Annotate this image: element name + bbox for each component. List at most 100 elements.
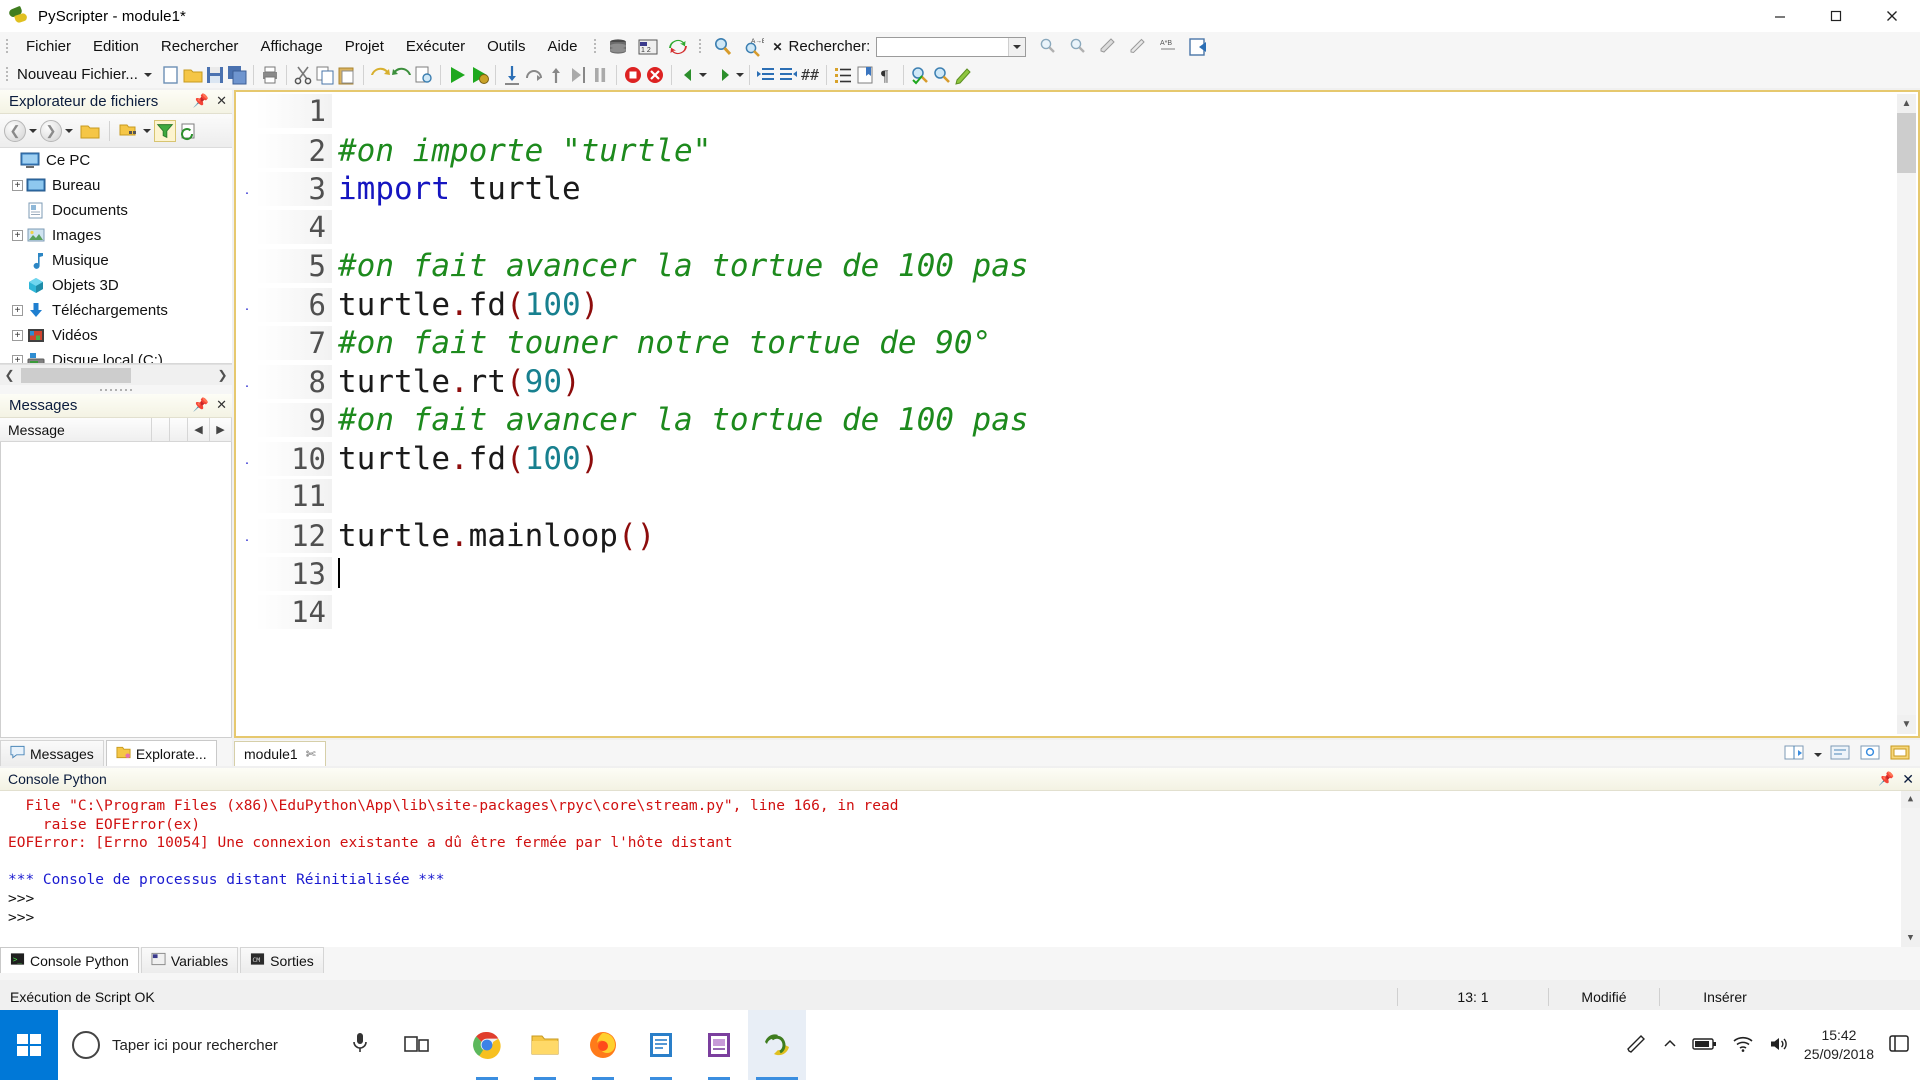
forward-icon[interactable]: [714, 64, 736, 86]
code-line[interactable]: 2 #on importe "turtle": [256, 133, 1896, 172]
scroll-thumb[interactable]: [21, 367, 131, 383]
comment-icon[interactable]: ##: [799, 64, 821, 86]
zoom-icon[interactable]: [1860, 744, 1882, 766]
run-to-cursor-icon[interactable]: [567, 64, 589, 86]
new-file-dropdown-icon[interactable]: [143, 72, 152, 77]
pin-icon[interactable]: 📌: [1878, 771, 1894, 788]
battery-icon[interactable]: [1692, 1036, 1718, 1055]
refresh-icon[interactable]: [179, 120, 201, 142]
microphone-icon[interactable]: [350, 1030, 388, 1060]
redo-icon[interactable]: [391, 64, 413, 86]
tree-item-documents[interactable]: Documents: [0, 198, 232, 223]
step-over-icon[interactable]: [523, 64, 545, 86]
tree-item-ce-pc[interactable]: Ce PC: [0, 148, 232, 173]
save-icon[interactable]: [204, 64, 226, 86]
maximize-editor-icon[interactable]: [1890, 744, 1912, 766]
folder-options-dropdown-icon[interactable]: [143, 128, 151, 133]
bookmark-icon[interactable]: [854, 64, 876, 86]
taskbar-search[interactable]: Taper ici pour rechercher: [58, 1010, 388, 1080]
step-into-icon[interactable]: [501, 64, 523, 86]
stop-icon[interactable]: [622, 64, 644, 86]
messages-list[interactable]: [0, 442, 232, 738]
menu-executer[interactable]: Exécuter: [395, 34, 476, 59]
console-vertical-scrollbar[interactable]: ▲ ▼: [1901, 791, 1920, 947]
tab-sorties[interactable]: CM Sorties: [240, 947, 324, 973]
back-icon[interactable]: ❮: [4, 119, 26, 142]
step-out-icon[interactable]: [545, 64, 567, 86]
code-text[interactable]: 1 2 #on importe "turtle" 3 import turtle 4 5 #o…: [256, 94, 1896, 734]
wifi-icon[interactable]: [1732, 1035, 1754, 1056]
forward-dropdown-icon[interactable]: [65, 128, 73, 133]
minimize-button[interactable]: [1752, 0, 1808, 32]
undo-icon[interactable]: [369, 64, 391, 86]
messages-next-button[interactable]: ▶: [210, 418, 232, 441]
tab-explorateur[interactable]: Explorate...: [105, 740, 217, 766]
code-line[interactable]: 13: [256, 556, 1896, 595]
find-in-files-icon[interactable]: [413, 64, 435, 86]
menu-edition[interactable]: Edition: [82, 34, 150, 59]
explorer-horizontal-scrollbar[interactable]: ❮ ❯: [0, 364, 232, 385]
code-line[interactable]: 8 turtle.rt(90): [256, 364, 1896, 403]
find-icon[interactable]: [712, 36, 734, 58]
find-replace-icon[interactable]: A→B: [742, 36, 767, 58]
new-file-icon[interactable]: [160, 64, 182, 86]
highlight-icon[interactable]: [1098, 36, 1120, 58]
tree-item-images[interactable]: + Images: [0, 223, 232, 248]
back-dropdown-icon[interactable]: [698, 72, 707, 77]
taskbar-app-file-explorer[interactable]: [516, 1010, 574, 1080]
close-button[interactable]: [1864, 0, 1920, 32]
close-tab-icon[interactable]: ✄: [306, 747, 316, 761]
abort-icon[interactable]: [644, 64, 666, 86]
breakpoint-marker[interactable]: ·: [238, 378, 256, 393]
code-line[interactable]: 1: [256, 94, 1896, 133]
pencil-icon[interactable]: [1128, 36, 1150, 58]
search-input[interactable]: [877, 38, 1006, 55]
taskbar-app-chrome[interactable]: [458, 1010, 516, 1080]
menu-projet[interactable]: Projet: [334, 34, 395, 59]
tree-item-telechargements[interactable]: + Téléchargements: [0, 298, 232, 323]
scroll-right-button[interactable]: ❯: [215, 367, 230, 384]
back-dropdown-icon[interactable]: [29, 128, 37, 133]
breakpoint-marker[interactable]: ·: [238, 455, 256, 470]
tree-item-bureau[interactable]: + Bureau: [0, 173, 232, 198]
close-icon[interactable]: ✕: [216, 93, 227, 109]
refresh-icon[interactable]: [667, 36, 689, 58]
indent-icon[interactable]: [755, 64, 777, 86]
search-combobox[interactable]: [876, 36, 1027, 57]
task-view-icon[interactable]: [388, 1010, 446, 1080]
menu-grip[interactable]: [4, 37, 12, 57]
pause-icon[interactable]: [589, 64, 611, 86]
list-icon[interactable]: [832, 64, 854, 86]
messages-column-message[interactable]: Message: [0, 418, 152, 441]
tab-variables[interactable]: Variables: [140, 947, 239, 973]
lint-icon[interactable]: [953, 64, 975, 86]
code-line[interactable]: 12 turtle.mainloop(): [256, 518, 1896, 557]
expander[interactable]: +: [12, 180, 23, 191]
volume-icon[interactable]: [1768, 1035, 1790, 1056]
code-line[interactable]: 11: [256, 479, 1896, 518]
code-line[interactable]: 9 #on fait avancer la tortue de 100 pas: [256, 402, 1896, 441]
expander[interactable]: +: [12, 305, 23, 316]
console-scroll-up-button[interactable]: ▲: [1901, 791, 1920, 808]
find-prev-icon[interactable]: [1038, 36, 1060, 58]
forward-icon[interactable]: ❯: [40, 119, 62, 142]
code-line[interactable]: 10 turtle.fd(100): [256, 441, 1896, 480]
folder-options-icon[interactable]: [118, 120, 140, 142]
taskbar-app-pyscripter[interactable]: [748, 1010, 806, 1080]
show-hidden-icons-icon[interactable]: [1662, 1036, 1678, 1055]
breakpoint-marker[interactable]: ·: [238, 185, 256, 200]
menu-fichier[interactable]: Fichier: [15, 34, 82, 59]
expander[interactable]: +: [12, 230, 23, 241]
code-line[interactable]: 5 #on fait avancer la tortue de 100 pas: [256, 248, 1896, 287]
database-icon[interactable]: [607, 36, 629, 58]
pen-icon[interactable]: [1626, 1033, 1648, 1058]
windows-start-icon[interactable]: [0, 1010, 58, 1080]
cut-icon[interactable]: [292, 64, 314, 86]
messages-prev-button[interactable]: ◀: [188, 418, 210, 441]
menu-affichage[interactable]: Affichage: [249, 34, 333, 59]
tree-item-musique[interactable]: Musique: [0, 248, 232, 273]
maximize-button[interactable]: [1808, 0, 1864, 32]
taskbar-clock[interactable]: 15:42 25/09/2018: [1804, 1026, 1874, 1064]
code-editor[interactable]: · · · · · 1 2 #on importe "turtle" 3 import turt…: [234, 90, 1920, 738]
tab-console-python[interactable]: >_ Console Python: [0, 947, 139, 973]
